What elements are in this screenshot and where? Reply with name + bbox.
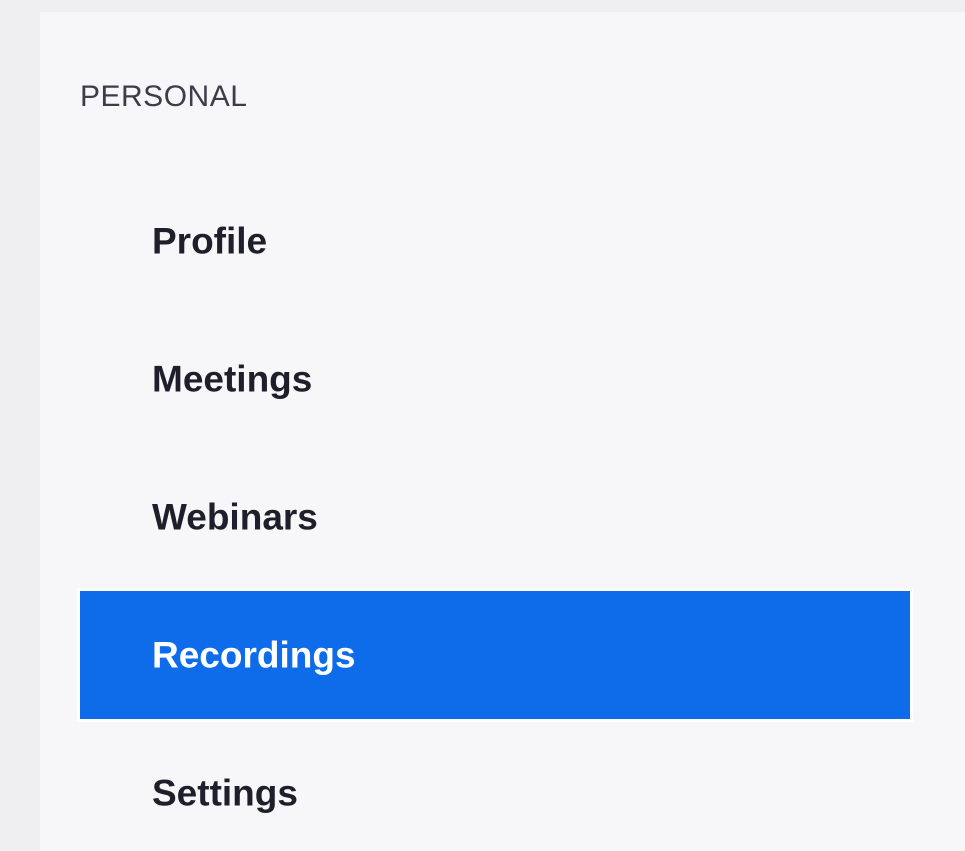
sidebar-item-webinars[interactable]: Webinars	[80, 448, 910, 586]
sidebar-nav-list: Profile Meetings Webinars Recordings Set…	[80, 172, 910, 851]
sidebar-item-settings[interactable]: Settings	[80, 724, 910, 851]
sidebar-item-label: Profile	[152, 220, 268, 262]
sidebar-item-label: Recordings	[152, 634, 356, 676]
sidebar-item-label: Webinars	[152, 496, 318, 538]
sidebar-item-recordings[interactable]: Recordings	[80, 586, 910, 724]
settings-page: PERSONAL Profile Meetings Webinars Recor…	[0, 0, 965, 851]
sidebar-item-profile[interactable]: Profile	[80, 172, 910, 310]
sidebar-item-label: Meetings	[152, 358, 313, 400]
sidebar-item-meetings[interactable]: Meetings	[80, 310, 910, 448]
sidebar-nav: PERSONAL Profile Meetings Webinars Recor…	[40, 12, 965, 851]
section-header-personal: PERSONAL	[80, 80, 248, 113]
sidebar-item-label: Settings	[152, 772, 298, 814]
